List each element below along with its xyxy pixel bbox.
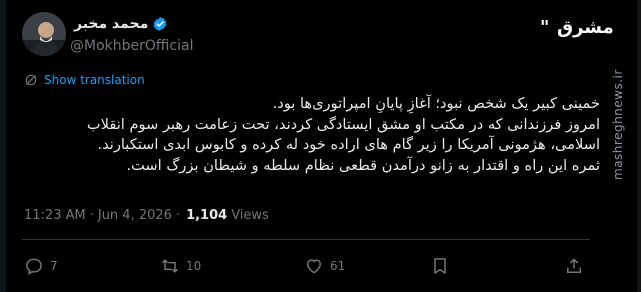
share-icon bbox=[567, 258, 581, 273]
author-handle[interactable]: @MokhberOfficial bbox=[70, 38, 194, 54]
action-bar: 7 10 61 bbox=[24, 256, 584, 278]
left-edge bbox=[0, 0, 6, 292]
avatar[interactable] bbox=[22, 12, 66, 56]
watermark-side-text: mashreghnews.ir bbox=[611, 69, 625, 181]
meta-separator: · bbox=[175, 208, 181, 223]
like-count: 61 bbox=[330, 259, 346, 273]
svg-text:": " bbox=[540, 18, 549, 36]
meta-separator: · bbox=[89, 208, 94, 223]
like-button[interactable]: 61 bbox=[304, 256, 345, 276]
tweet-text: خمینی کبیر یک شخص نبود؛ آغازِ پایانِ امپ… bbox=[70, 94, 600, 176]
logo-quote-icon: " bbox=[540, 18, 549, 36]
tweet-meta: 11:23 AM · Jun 4, 2026 · 1,104 Views bbox=[24, 208, 269, 223]
right-edge bbox=[637, 0, 641, 292]
heart-icon bbox=[306, 259, 322, 274]
logo-text: مشرق bbox=[557, 16, 614, 38]
tweet-line: امروز فرزندانی که در مکتب او مشق ایستادگ… bbox=[86, 115, 600, 133]
views-label: Views bbox=[231, 208, 269, 223]
tweet-date[interactable]: Jun 4, 2026 bbox=[98, 208, 172, 223]
author-name-row: محمد مخبر bbox=[74, 16, 168, 32]
bookmark-icon bbox=[434, 258, 446, 274]
show-translation-button[interactable]: Show translation bbox=[24, 73, 145, 87]
share-button[interactable] bbox=[564, 256, 584, 276]
tweet-line: خمینی کبیر یک شخص نبود؛ آغازِ پایانِ امپ… bbox=[272, 95, 600, 112]
repost-count: 10 bbox=[186, 259, 202, 273]
show-translation-label[interactable]: Show translation bbox=[44, 73, 145, 87]
reply-count: 7 bbox=[50, 259, 58, 273]
tweet-line: ثمره این راه و اقتدار به زانو درآمدن قطع… bbox=[126, 156, 600, 174]
tweet-card: محمد مخبر @MokhberOfficial " مشرق mashre… bbox=[0, 0, 641, 292]
bookmark-button[interactable] bbox=[430, 256, 450, 276]
tweet-line: اسلامی، هژمونی آمریکا را زیر گام های ارا… bbox=[97, 136, 600, 153]
reply-icon bbox=[26, 258, 42, 275]
translate-icon bbox=[25, 74, 37, 86]
reply-button[interactable]: 7 bbox=[24, 256, 58, 276]
repost-icon bbox=[161, 259, 179, 273]
views-count: 1,104 bbox=[186, 208, 228, 223]
tweet-time[interactable]: 11:23 AM bbox=[24, 208, 86, 223]
watermark-logo: " مشرق bbox=[540, 14, 614, 40]
verified-badge-icon bbox=[153, 17, 167, 31]
divider bbox=[22, 239, 590, 240]
author-name[interactable]: محمد مخبر bbox=[74, 16, 148, 32]
repost-button[interactable]: 10 bbox=[160, 256, 201, 276]
